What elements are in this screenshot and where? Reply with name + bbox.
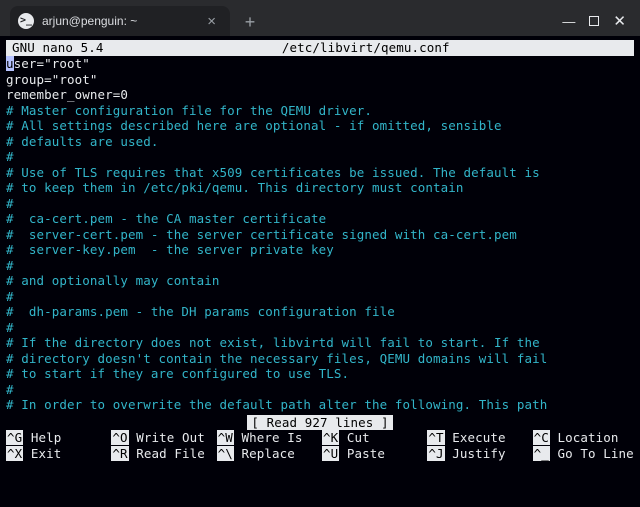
file-line: # server-key.pem - the server private ke… [6,242,634,258]
nano-status-text: [ Read 927 lines ] [247,415,392,431]
text-cursor: u [6,56,14,71]
file-line: # Master configuration file for the QEMU… [6,103,634,119]
editor-content[interactable]: user="root" group="root" remember_owner=… [0,56,640,413]
file-line: # to keep them in /etc/pki/qemu. This di… [6,180,634,196]
help-read-file: ^R Read File [111,446,212,462]
tab-close-button[interactable]: × [203,13,220,30]
file-line: # In order to overwrite the default path… [6,397,634,413]
file-line: # All settings described here are option… [6,118,634,134]
help-replace: ^\ Replace [217,446,318,462]
file-line: user="root" [6,56,634,72]
window-controls: — ✕ [562,12,632,36]
help-where-is: ^W Where Is [217,430,318,446]
file-line: # and optionally may contain [6,273,634,289]
help-location: ^C Location [533,430,634,446]
window-titlebar: >_ arjun@penguin: ~ × + — ✕ [0,0,640,36]
help-execute: ^T Execute [427,430,528,446]
close-window-button[interactable]: ✕ [613,12,626,30]
file-line: # ca-cert.pem - the CA master certificat… [6,211,634,227]
help-paste: ^U Paste [322,446,423,462]
help-write-out: ^O Write Out [111,430,212,446]
file-line: # [6,196,634,212]
file-line: remember_owner=0 [6,87,634,103]
file-line: # [6,289,634,305]
minimize-button[interactable]: — [562,14,575,29]
file-line: # server-cert.pem - the server certifica… [6,227,634,243]
nano-filename: /etc/libvirt/qemu.conf [104,40,628,56]
file-line: # [6,258,634,274]
nano-title-bar: GNU nano 5.4 /etc/libvirt/qemu.conf [6,40,634,56]
tab-title: arjun@penguin: ~ [42,14,195,28]
help-cut: ^K Cut [322,430,423,446]
nano-help-row-1: ^G Help ^O Write Out ^W Where Is ^K Cut … [0,430,640,446]
file-line: # Use of TLS requires that x509 certific… [6,165,634,181]
file-line: # to start if they are configured to use… [6,366,634,382]
file-line: group="root" [6,72,634,88]
new-tab-button[interactable]: + [236,8,264,36]
help-justify: ^J Justify [427,446,528,462]
file-line: # directory doesn't contain the necessar… [6,351,634,367]
file-line: # [6,382,634,398]
file-line: # defaults are used. [6,134,634,150]
terminal-icon: >_ [18,13,34,29]
file-line: # If the directory does not exist, libvi… [6,335,634,351]
file-line: # [6,149,634,165]
browser-tab[interactable]: >_ arjun@penguin: ~ × [10,6,230,36]
file-line: # dh-params.pem - the DH params configur… [6,304,634,320]
nano-status-bar: [ Read 927 lines ] [0,415,640,431]
maximize-button[interactable] [589,16,599,26]
terminal-area[interactable]: GNU nano 5.4 /etc/libvirt/qemu.conf user… [0,36,640,507]
help-goto-line: ^_ Go To Line [533,446,634,462]
help-get-help: ^G Help [6,430,107,446]
nano-help-row-2: ^X Exit ^R Read File ^\ Replace ^U Paste… [0,446,640,462]
file-line: # [6,320,634,336]
help-exit: ^X Exit [6,446,107,462]
nano-app-title: GNU nano 5.4 [12,40,104,56]
